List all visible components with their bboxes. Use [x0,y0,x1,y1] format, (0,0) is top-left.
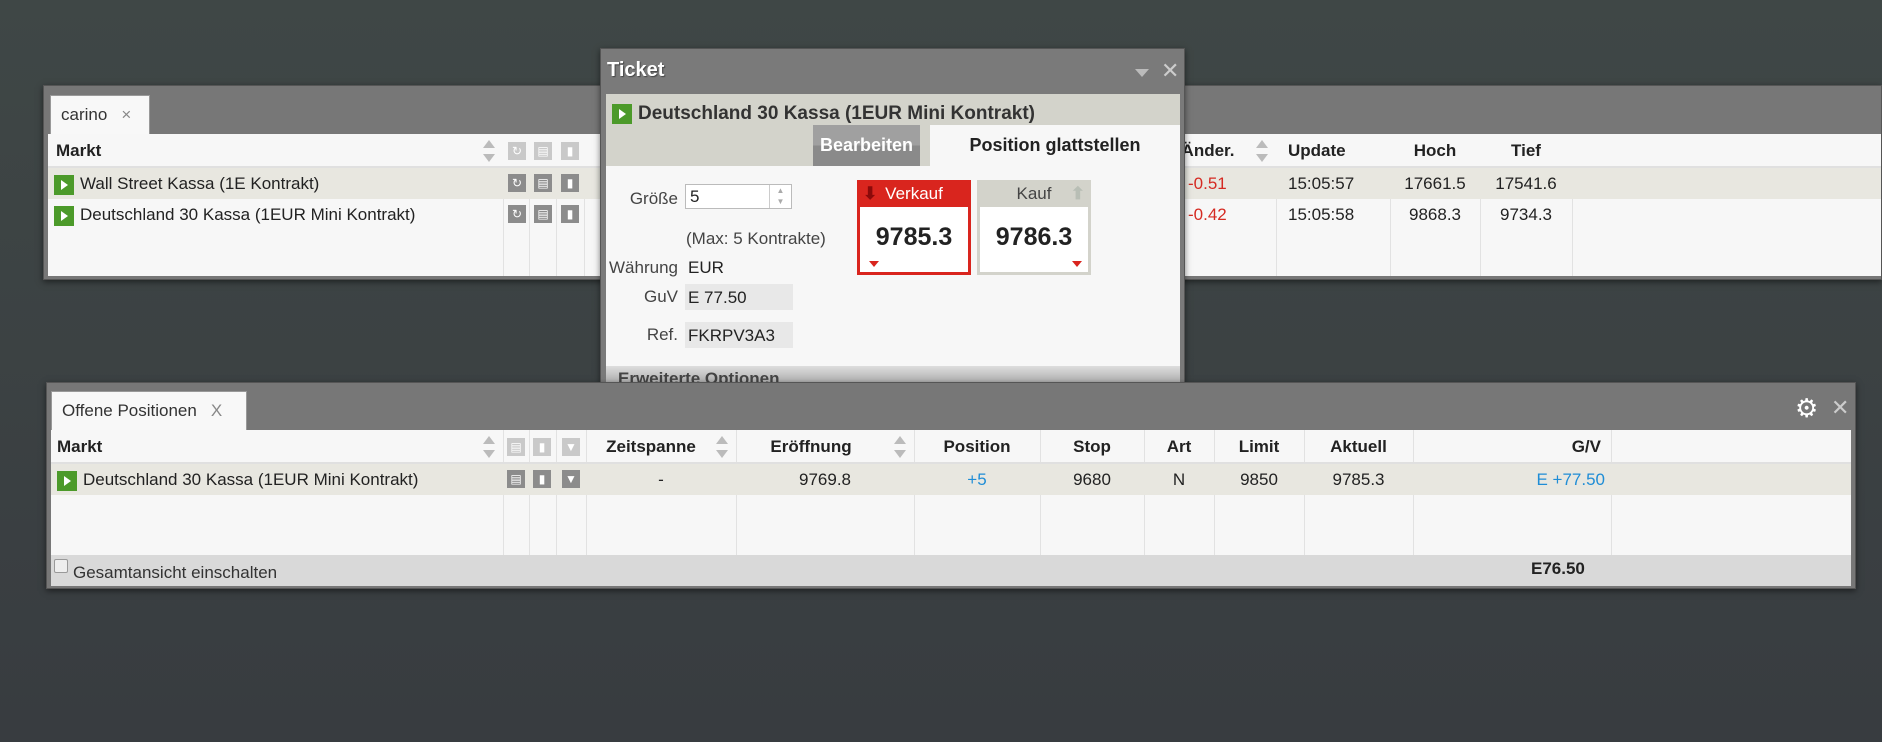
size-label: Größe [629,189,678,208]
buy-button[interactable]: Kauf ⬆ 9786.3 [977,180,1091,275]
positions-window: Offene Positionen X ⚙ ✕ Markt ▤ ▮ ▼ Zeits… [46,382,1856,589]
sort-icon[interactable] [894,436,906,458]
opening-value: 9769.8 [799,470,851,489]
arrow-down-icon: ⬇ [863,184,878,203]
col-markt[interactable]: Markt [57,430,102,464]
col-markt[interactable]: Markt [56,134,101,168]
tab-position-glattstellen[interactable]: Position glattstellen [930,125,1180,166]
high-value: 9868.3 [1409,205,1461,224]
sell-price: 9785.3 [875,223,953,251]
col-position[interactable]: Position [914,430,1040,464]
sort-icon[interactable] [716,436,728,458]
update-time: 15:05:57 [1288,174,1355,193]
news-icon: ▤ [507,438,525,456]
gear-icon[interactable]: ⚙ [1795,393,1818,424]
market-name: Deutschland 30 Kassa (1EUR Mini Kontrakt… [80,205,416,224]
market-name: Deutschland 30 Kassa (1EUR Mini Kontrakt… [83,470,419,489]
stepper-arrows-icon[interactable]: ▲ ▼ [769,185,791,208]
change-value: -0.51 [1188,174,1227,193]
tick-down-icon [1072,261,1082,267]
close-icon[interactable]: X [211,401,222,420]
arrow-up-icon: ⬆ [1070,184,1085,203]
play-icon[interactable] [54,174,74,195]
low-value: 9734.3 [1500,205,1552,224]
refresh-icon: ↻ [508,142,526,160]
dropdown-icon[interactable]: ▼ [562,470,580,488]
chart-icon[interactable]: ▮ [533,470,551,488]
chart-icon[interactable]: ▮ [561,174,579,192]
stop-value: 9680 [1073,470,1111,489]
chart-icon: ▮ [561,142,579,160]
ticket-window: Ticket ✕ Deutschland 30 Kassa (1EUR Mini… [600,48,1185,384]
sell-label: Verkauf [885,184,943,203]
timespan-value: - [658,470,664,489]
current-value: 9785.3 [1332,470,1385,489]
play-icon[interactable] [54,205,74,226]
close-icon[interactable]: × [121,105,131,124]
col-stop[interactable]: Stop [1040,430,1144,464]
sort-icon[interactable] [483,436,495,458]
news-icon[interactable]: ▤ [534,174,552,192]
tick-down-icon [869,261,879,267]
pl-value: E +77.50 [1536,470,1605,489]
col-aender[interactable]: Änder. [1178,134,1238,168]
play-icon[interactable] [612,103,632,124]
chart-icon[interactable]: ▮ [561,205,579,223]
col-zeitspanne[interactable]: Zeitspanne [586,430,716,464]
market-name: Wall Street Kassa (1E Kontrakt) [80,174,320,193]
max-contracts: (Max: 5 Kontrakte) [686,229,826,248]
news-icon[interactable]: ▤ [507,470,525,488]
col-limit[interactable]: Limit [1214,430,1304,464]
tab-carino[interactable]: carino × [50,95,150,135]
play-icon[interactable] [57,470,77,491]
dropdown-icon: ▼ [562,438,580,456]
ref-label: Ref. [646,325,678,344]
sort-icon[interactable] [483,140,495,162]
tab-offene-positionen[interactable]: Offene Positionen X [51,391,247,431]
collapse-icon[interactable] [1135,69,1149,77]
table-row[interactable]: Deutschland 30 Kassa (1EUR Mini Kontrakt… [51,464,1851,495]
sort-icon[interactable] [1256,140,1268,162]
refresh-icon[interactable]: ↻ [508,174,526,192]
tab-bearbeiten[interactable]: Bearbeiten [813,125,920,166]
col-gv[interactable]: G/V [1413,430,1601,464]
overview-checkbox[interactable] [54,559,68,573]
update-time: 15:05:58 [1288,205,1355,224]
col-update[interactable]: Update [1288,134,1378,168]
tab-label: Offene Positionen [62,401,197,420]
close-icon[interactable]: ✕ [1831,395,1849,421]
change-value: -0.42 [1188,205,1227,224]
limit-value: 9850 [1240,470,1278,489]
position-value: +5 [967,470,987,489]
overview-label[interactable]: Gesamtansicht einschalten [73,563,277,583]
buy-price: 9786.3 [995,223,1073,251]
currency-label: Währung [609,258,678,277]
col-eroeffnung[interactable]: Eröffnung [736,430,886,464]
guv-label: GuV [643,287,678,306]
close-icon[interactable]: ✕ [1161,58,1179,84]
news-icon[interactable]: ▤ [534,205,552,223]
size-stepper[interactable]: 5 ▲ ▼ [685,184,792,209]
currency-value: EUR [688,258,724,277]
size-value: 5 [690,187,700,206]
tab-label: carino [61,105,108,124]
sell-button[interactable]: ⬇ Verkauf 9785.3 [857,180,971,275]
product-name: Deutschland 30 Kassa (1EUR Mini Kontrakt… [638,103,1035,124]
high-value: 17661.5 [1404,174,1466,193]
ticket-title: Ticket [607,59,665,81]
guv-field: E 77.50 [685,284,793,310]
col-tief[interactable]: Tief [1480,134,1572,168]
low-value: 17541.6 [1495,174,1557,193]
positions-table: Markt ▤ ▮ ▼ Zeitspanne Eröffnung Positio… [51,430,1851,586]
ref-field: FKRPV3A3 [685,322,793,348]
col-aktuell[interactable]: Aktuell [1304,430,1413,464]
buy-label: Kauf [1016,184,1052,203]
col-hoch[interactable]: Hoch [1390,134,1480,168]
news-icon: ▤ [534,142,552,160]
col-art[interactable]: Art [1144,430,1214,464]
type-value: N [1172,470,1186,489]
refresh-icon[interactable]: ↻ [508,205,526,223]
total-pl: E76.50 [1531,559,1585,578]
chart-icon: ▮ [533,438,551,456]
